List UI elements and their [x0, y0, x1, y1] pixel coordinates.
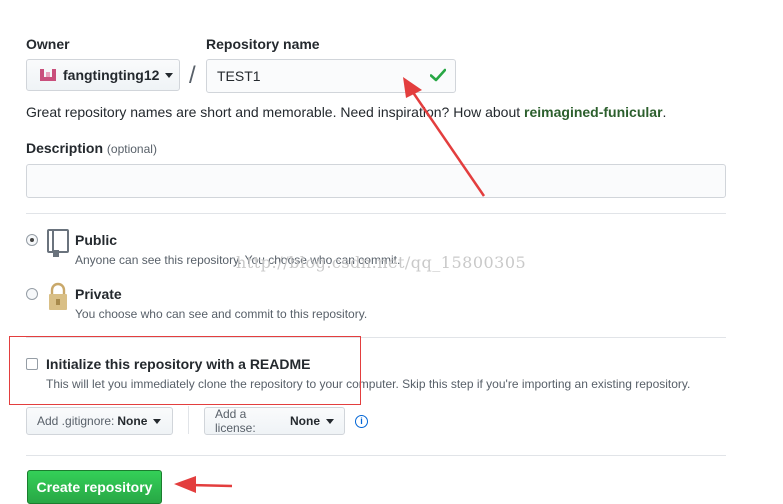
annotation-arrow-to-button-icon: [174, 476, 233, 493]
watermark-text: http://blog.csdn.net/qq_15800305: [236, 253, 527, 272]
annotation-arrow-to-name-icon: [403, 77, 486, 197]
annotation-arrows: [174, 77, 486, 493]
